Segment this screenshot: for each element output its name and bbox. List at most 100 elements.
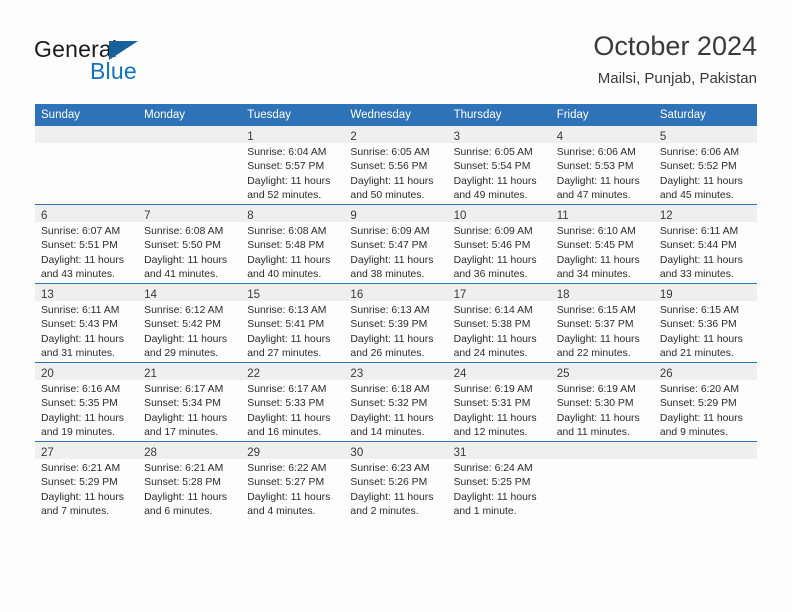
day-cell-inner: 30 Sunrise: 6:23 AM Sunset: 5:26 PM Dayligh… (344, 442, 448, 520)
day-number-band: 24 (447, 363, 551, 380)
day-number-band: 12 (653, 205, 757, 222)
day-number: 11 (556, 210, 569, 222)
day-number-band: 14 (138, 284, 242, 301)
calendar-day-cell[interactable]: 30 Sunrise: 6:23 AM Sunset: 5:26 PM Dayligh… (344, 441, 448, 520)
day-number: 14 (144, 289, 157, 301)
calendar-day-cell[interactable]: 13 Sunrise: 6:11 AM Sunset: 5:43 PM Dayligh… (35, 283, 139, 363)
sunset-time: Sunset: 5:50 PM (144, 240, 221, 252)
sunrise-time: Sunrise: 6:19 AM (556, 384, 636, 395)
calendar-day-cell[interactable]: 29 Sunrise: 6:22 AM Sunset: 5:27 PM Dayligh… (241, 441, 345, 520)
daylight-duration-line2: and 21 minutes. (659, 347, 734, 359)
day-number: 20 (41, 368, 54, 380)
day-cell-inner: 29 Sunrise: 6:22 AM Sunset: 5:27 PM Dayligh… (241, 442, 345, 520)
sunrise-time: Sunrise: 6:15 AM (659, 305, 739, 316)
calendar-day-cell[interactable]: 25 Sunrise: 6:19 AM Sunset: 5:30 PM Dayligh… (550, 362, 654, 442)
sunset-time: Sunset: 5:42 PM (144, 319, 221, 331)
title-block: October 2024 Mailsi, Punjab, Pakistan (593, 30, 757, 89)
sunrise-time: Sunrise: 6:10 AM (556, 226, 636, 237)
calendar-day-cell[interactable]: 24 Sunrise: 6:19 AM Sunset: 5:31 PM Dayligh… (447, 362, 551, 442)
daylight-duration-line2: and 45 minutes. (659, 189, 734, 201)
calendar-day-cell[interactable]: 9 Sunrise: 6:09 AM Sunset: 5:47 PM Daylight… (344, 204, 448, 284)
calendar-day-cell[interactable]: 20 Sunrise: 6:16 AM Sunset: 5:35 PM Dayligh… (35, 362, 139, 442)
calendar-week-row: 27 Sunrise: 6:21 AM Sunset: 5:29 PM Dayligh… (35, 441, 757, 520)
sunrise-time: Sunrise: 6:08 AM (144, 226, 224, 237)
calendar-day-cell[interactable]: 1 Sunrise: 6:04 AM Sunset: 5:57 PM Daylight… (241, 126, 345, 205)
daylight-duration-line2: and 49 minutes. (453, 189, 528, 201)
calendar-day-cell[interactable]: 11 Sunrise: 6:10 AM Sunset: 5:45 PM Dayligh… (550, 204, 654, 284)
calendar-day-cell[interactable]: 27 Sunrise: 6:21 AM Sunset: 5:29 PM Dayligh… (35, 441, 139, 520)
daylight-duration-line1: Daylight: 11 hours (247, 254, 331, 266)
calendar-day-cell[interactable]: 12 Sunrise: 6:11 AM Sunset: 5:44 PM Dayligh… (653, 204, 757, 284)
calendar-day-cell[interactable]: 21 Sunrise: 6:17 AM Sunset: 5:34 PM Dayligh… (138, 362, 242, 442)
weekday-header-friday: Friday (550, 104, 654, 126)
calendar-day-cell[interactable]: 15 Sunrise: 6:13 AM Sunset: 5:41 PM Dayligh… (241, 283, 345, 363)
calendar-week-row: 20 Sunrise: 6:16 AM Sunset: 5:35 PM Dayligh… (35, 362, 757, 442)
sunset-time: Sunset: 5:32 PM (350, 398, 428, 410)
calendar-day-cell[interactable]: 7 Sunrise: 6:08 AM Sunset: 5:50 PM Daylight… (138, 204, 242, 284)
daylight-duration-line1: Daylight: 11 hours (247, 491, 331, 503)
location-subtitle: Mailsi, Punjab, Pakistan (597, 70, 757, 87)
calendar-day-cell[interactable]: 19 Sunrise: 6:15 AM Sunset: 5:36 PM Dayligh… (653, 283, 757, 363)
day-number-band: 15 (241, 284, 345, 301)
daylight-duration-line2: and 2 minutes. (350, 505, 419, 517)
day-number: 19 (659, 289, 673, 301)
calendar-day-cell[interactable]: 2 Sunrise: 6:05 AM Sunset: 5:56 PM Daylight… (344, 126, 448, 205)
calendar-day-cell[interactable]: 16 Sunrise: 6:13 AM Sunset: 5:39 PM Dayligh… (344, 283, 448, 363)
calendar-cell-empty (653, 441, 757, 520)
daylight-duration-line2: and 12 minutes. (453, 426, 528, 438)
calendar-day-cell[interactable]: 28 Sunrise: 6:21 AM Sunset: 5:28 PM Dayligh… (138, 441, 242, 520)
day-number: 29 (247, 447, 261, 459)
sunrise-time: Sunrise: 6:20 AM (659, 384, 739, 395)
day-cell-inner (550, 442, 654, 520)
day-cell-inner: 16 Sunrise: 6:13 AM Sunset: 5:39 PM Dayligh… (344, 284, 448, 362)
day-cell-inner: 20 Sunrise: 6:16 AM Sunset: 5:35 PM Dayligh… (35, 363, 139, 441)
calendar-day-cell[interactable]: 3 Sunrise: 6:05 AM Sunset: 5:54 PM Daylight… (447, 126, 551, 205)
calendar-day-cell[interactable]: 8 Sunrise: 6:08 AM Sunset: 5:48 PM Daylight… (241, 204, 345, 284)
calendar-day-cell[interactable]: 5 Sunrise: 6:06 AM Sunset: 5:52 PM Daylight… (653, 126, 757, 205)
day-cell-inner: 8 Sunrise: 6:08 AM Sunset: 5:48 PM Daylight… (241, 205, 345, 283)
calendar-day-cell[interactable]: 18 Sunrise: 6:15 AM Sunset: 5:37 PM Dayligh… (550, 283, 654, 363)
sunrise-time: Sunrise: 6:18 AM (350, 384, 430, 395)
day-number-band: 26 (653, 363, 757, 380)
calendar-day-cell[interactable]: 17 Sunrise: 6:14 AM Sunset: 5:38 PM Dayligh… (447, 283, 551, 363)
daylight-duration-line1: Daylight: 11 hours (350, 254, 434, 266)
daylight-duration-line2: and 27 minutes. (247, 347, 322, 359)
day-number: 28 (144, 447, 157, 459)
daylight-duration-line2: and 38 minutes. (350, 268, 425, 280)
daylight-duration-line2: and 9 minutes. (659, 426, 729, 438)
sunrise-time: Sunrise: 6:17 AM (247, 384, 327, 395)
calendar-day-cell[interactable]: 31 Sunrise: 6:24 AM Sunset: 5:25 PM Dayligh… (447, 441, 551, 520)
brand-name-blue: Blue (90, 58, 137, 84)
day-number: 7 (144, 210, 151, 222)
day-cell-inner: 28 Sunrise: 6:21 AM Sunset: 5:28 PM Dayligh… (138, 442, 242, 520)
calendar-day-cell[interactable]: 4 Sunrise: 6:06 AM Sunset: 5:53 PM Daylight… (550, 126, 654, 205)
daylight-duration-line2: and 16 minutes. (247, 426, 322, 438)
brand-logo[interactable]: General Blue (34, 36, 274, 92)
daylight-duration-line2: and 36 minutes. (453, 268, 528, 280)
calendar-day-cell[interactable]: 14 Sunrise: 6:12 AM Sunset: 5:42 PM Dayligh… (138, 283, 242, 363)
day-cell-inner: 21 Sunrise: 6:17 AM Sunset: 5:34 PM Dayligh… (138, 363, 242, 441)
sunrise-time: Sunrise: 6:05 AM (350, 147, 430, 158)
sunset-time: Sunset: 5:33 PM (247, 398, 325, 410)
day-number: 26 (659, 368, 673, 380)
calendar-day-cell[interactable]: 23 Sunrise: 6:18 AM Sunset: 5:32 PM Dayligh… (344, 362, 448, 442)
calendar-day-cell[interactable]: 10 Sunrise: 6:09 AM Sunset: 5:46 PM Dayligh… (447, 204, 551, 284)
day-cell-inner: 17 Sunrise: 6:14 AM Sunset: 5:38 PM Dayligh… (447, 284, 551, 362)
daylight-duration-line1: Daylight: 11 hours (659, 333, 743, 345)
sunset-time: Sunset: 5:52 PM (659, 161, 737, 173)
daylight-duration-line1: Daylight: 11 hours (350, 175, 434, 187)
calendar-day-cell[interactable]: 26 Sunrise: 6:20 AM Sunset: 5:29 PM Dayligh… (653, 362, 757, 442)
sunrise-time: Sunrise: 6:21 AM (144, 463, 224, 474)
sunset-time: Sunset: 5:45 PM (556, 240, 634, 252)
day-number: 6 (41, 210, 48, 222)
sunrise-time: Sunrise: 6:12 AM (144, 305, 224, 316)
sunrise-time: Sunrise: 6:06 AM (556, 147, 636, 158)
day-cell-body: Sunrise: 6:14 AM Sunset: 5:38 PM Daylight:… (448, 301, 551, 361)
day-cell-body: Sunrise: 6:19 AM Sunset: 5:31 PM Daylight:… (448, 380, 551, 440)
calendar-day-cell[interactable]: 6 Sunrise: 6:07 AM Sunset: 5:51 PM Daylight… (35, 204, 139, 284)
sunset-time: Sunset: 5:46 PM (453, 240, 531, 252)
calendar-day-cell[interactable]: 22 Sunrise: 6:17 AM Sunset: 5:33 PM Dayligh… (241, 362, 345, 442)
day-cell-inner (35, 126, 139, 204)
day-cell-body: Sunrise: 6:17 AM Sunset: 5:33 PM Daylight:… (241, 380, 344, 440)
daylight-duration-line2: and 31 minutes. (41, 347, 115, 359)
